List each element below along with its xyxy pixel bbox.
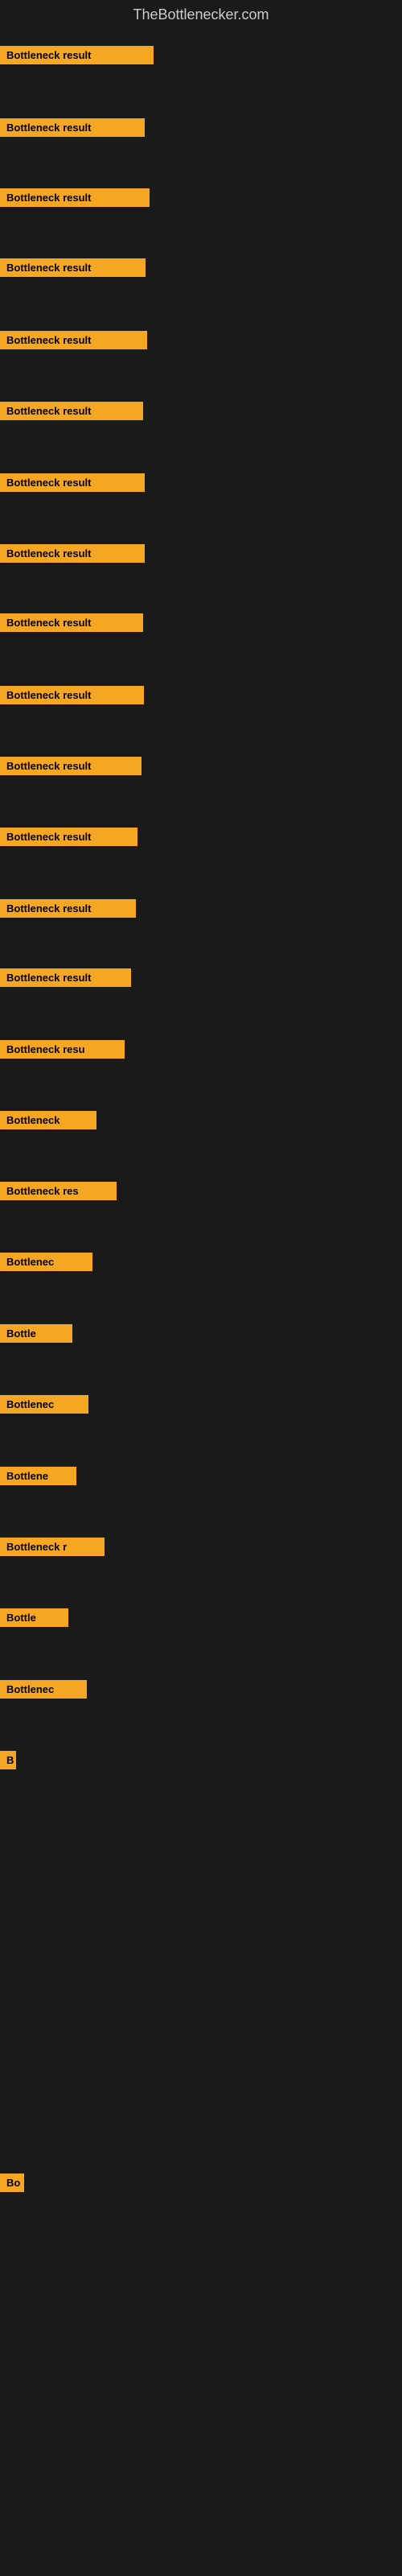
bottleneck-item[interactable]: Bottlenec <box>0 1395 88 1414</box>
bottleneck-item[interactable]: Bottleneck result <box>0 968 131 987</box>
bottleneck-badge: Bottlenec <box>0 1253 92 1271</box>
bottleneck-badge: Bottleneck result <box>0 46 154 64</box>
bottleneck-item[interactable]: Bottleneck result <box>0 544 145 563</box>
bottleneck-badge: Bottlenec <box>0 1395 88 1414</box>
bottleneck-badge: Bottleneck result <box>0 968 131 987</box>
bottleneck-badge: Bottleneck result <box>0 544 145 563</box>
bottleneck-item[interactable]: Bottleneck result <box>0 46 154 64</box>
bottleneck-badge: Bottleneck result <box>0 828 137 846</box>
bottleneck-item[interactable]: Bottleneck r <box>0 1538 105 1556</box>
bottleneck-item[interactable]: Bottleneck result <box>0 473 145 492</box>
bottleneck-item[interactable]: Bottleneck result <box>0 757 142 775</box>
bottleneck-badge: Bottle <box>0 1324 72 1343</box>
bottleneck-item[interactable]: Bottleneck result <box>0 118 145 137</box>
bottleneck-item[interactable]: Bottleneck res <box>0 1182 117 1200</box>
bottleneck-badge: Bottlenec <box>0 1680 87 1699</box>
bottleneck-item[interactable]: Bottleneck result <box>0 188 150 207</box>
bottleneck-item[interactable]: Bo <box>0 2174 24 2192</box>
bottleneck-badge: Bottle <box>0 1608 68 1627</box>
bottleneck-badge: Bottleneck r <box>0 1538 105 1556</box>
bottleneck-badge: Bottlene <box>0 1467 76 1485</box>
bottleneck-item[interactable]: Bottleneck result <box>0 899 136 918</box>
bottleneck-badge: Bottleneck result <box>0 613 143 632</box>
bottleneck-item[interactable]: Bottleneck resu <box>0 1040 125 1059</box>
bottleneck-badge: Bo <box>0 2174 24 2192</box>
bottleneck-badge: Bottleneck result <box>0 188 150 207</box>
bottleneck-badge: Bottleneck result <box>0 473 145 492</box>
bottleneck-item[interactable]: Bottleneck result <box>0 258 146 277</box>
bottleneck-item[interactable]: Bottleneck result <box>0 828 137 846</box>
bottleneck-badge: Bottleneck resu <box>0 1040 125 1059</box>
bottleneck-item[interactable]: Bottleneck result <box>0 686 144 704</box>
bottleneck-item[interactable]: B <box>0 1751 16 1769</box>
bottleneck-item[interactable]: Bottlenec <box>0 1253 92 1271</box>
bottleneck-item[interactable]: Bottlene <box>0 1467 76 1485</box>
bottleneck-item[interactable]: Bottle <box>0 1608 68 1627</box>
bottleneck-badge: Bottleneck result <box>0 899 136 918</box>
bottleneck-badge: Bottleneck <box>0 1111 96 1129</box>
bottleneck-badge: Bottleneck result <box>0 331 147 349</box>
bottleneck-badge: Bottleneck result <box>0 757 142 775</box>
bottleneck-item[interactable]: Bottle <box>0 1324 72 1343</box>
bottleneck-badge: Bottleneck result <box>0 686 144 704</box>
bottleneck-badge: Bottleneck result <box>0 402 143 420</box>
bottleneck-badge: B <box>0 1751 16 1769</box>
bottleneck-item[interactable]: Bottleneck result <box>0 331 147 349</box>
bottleneck-badge: Bottleneck res <box>0 1182 117 1200</box>
bottleneck-badge: Bottleneck result <box>0 258 146 277</box>
bottleneck-item[interactable]: Bottleneck result <box>0 402 143 420</box>
bottleneck-item[interactable]: Bottleneck <box>0 1111 96 1129</box>
bottleneck-item[interactable]: Bottleneck result <box>0 613 143 632</box>
bottleneck-badge: Bottleneck result <box>0 118 145 137</box>
site-title: TheBottlenecker.com <box>0 0 402 30</box>
bottleneck-item[interactable]: Bottlenec <box>0 1680 87 1699</box>
